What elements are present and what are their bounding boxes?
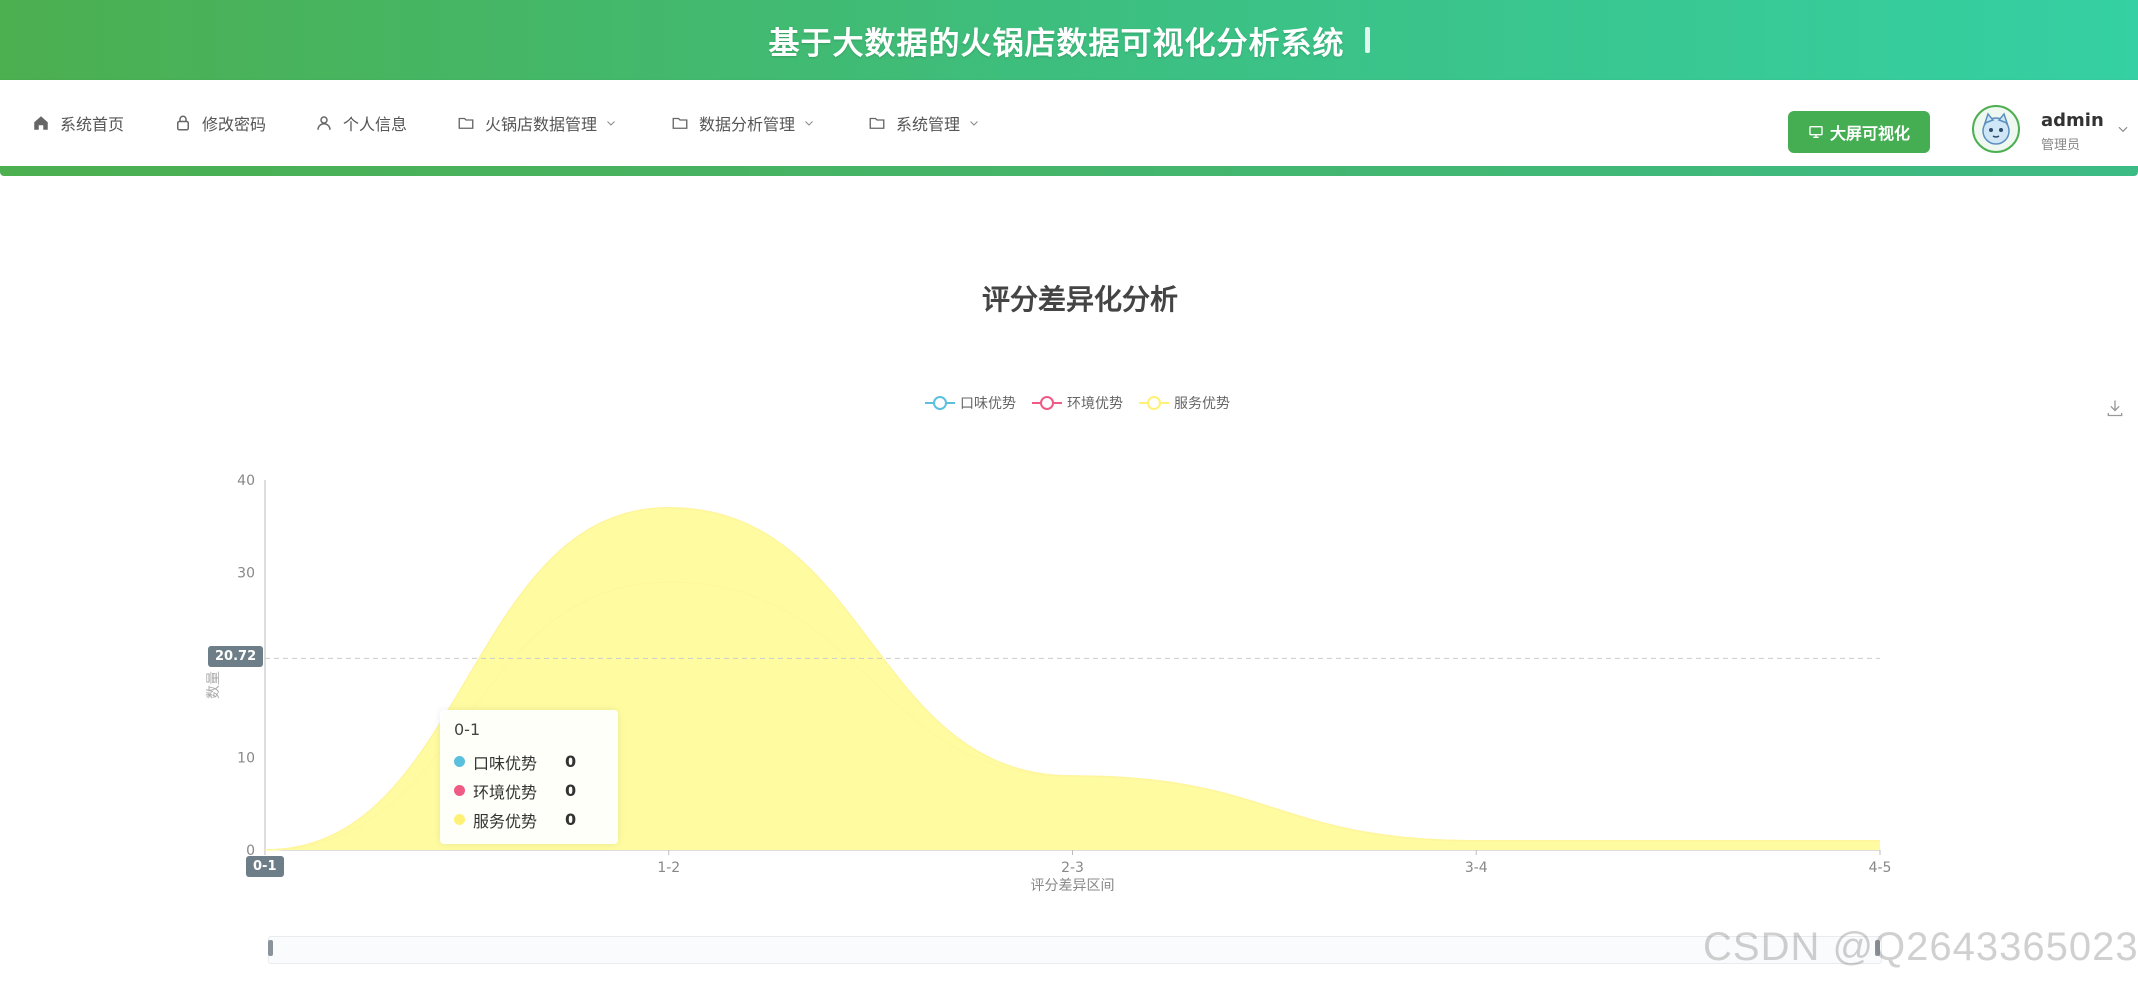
chart-tooltip: 0-1 口味优势 0 环境优势 0 服务优势 0 bbox=[440, 710, 618, 844]
tooltip-dot-service bbox=[454, 814, 465, 825]
watermark: CSDN @Q2643365023 bbox=[1703, 925, 2138, 969]
x-axis-title: 评分差异区间 bbox=[1031, 878, 1115, 894]
tooltip-title: 0-1 bbox=[454, 720, 481, 739]
data-zoom-slider[interactable] bbox=[268, 936, 1882, 964]
data-zoom-handle-left[interactable] bbox=[268, 940, 273, 956]
x-tick-label: 1-2 bbox=[657, 860, 680, 876]
y-tick-label: 30 bbox=[237, 566, 255, 582]
tooltip-row: 服务优势 0 bbox=[454, 805, 604, 834]
tooltip-row-name: 口味优势 bbox=[473, 753, 538, 773]
y-axis-title: 数量 bbox=[206, 671, 222, 699]
x-tick-label: 4-5 bbox=[1869, 860, 1892, 876]
x-tick-label: 3-4 bbox=[1465, 860, 1488, 876]
tooltip-row-value: 0 bbox=[565, 781, 577, 800]
y-tick-label: 40 bbox=[237, 473, 255, 489]
crosshair-x-label: 0-1 bbox=[246, 856, 284, 877]
tooltip-row: 口味优势 0 bbox=[454, 747, 604, 776]
tooltip-row-name: 环境优势 bbox=[473, 782, 538, 802]
x-tick-label: 2-3 bbox=[1061, 860, 1084, 876]
tooltip-dot-environment bbox=[454, 785, 465, 796]
tooltip-dot-taste bbox=[454, 756, 465, 767]
y-tick-label: 10 bbox=[237, 751, 255, 767]
tooltip-row-name: 服务优势 bbox=[473, 811, 538, 831]
tooltip-row-value: 0 bbox=[565, 752, 577, 771]
chart-area: 0 10 30 40 1-2 2-3 3-4 4-5 评分差异区间 数量 bbox=[206, 473, 1892, 894]
tooltip-row-value: 0 bbox=[565, 810, 577, 829]
crosshair-y-label: 20.72 bbox=[208, 646, 264, 667]
tooltip-row: 环境优势 0 bbox=[454, 776, 604, 805]
